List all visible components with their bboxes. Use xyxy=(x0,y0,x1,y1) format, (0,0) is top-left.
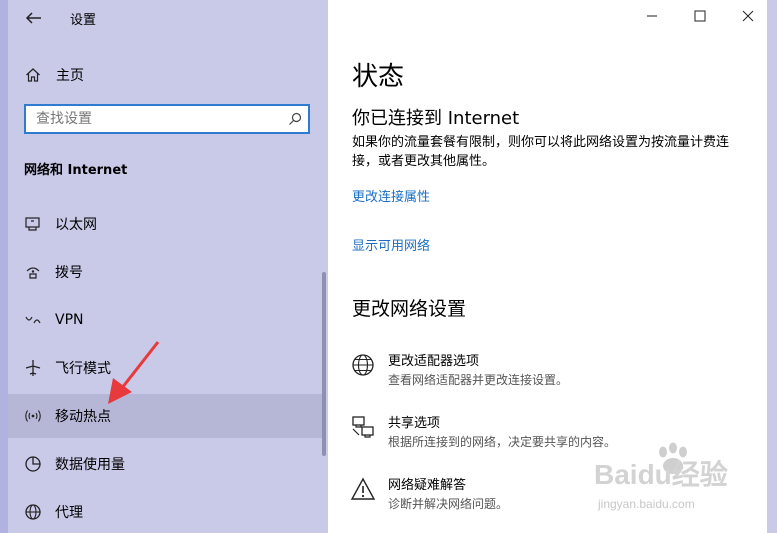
option-title: 更改适配器选项 xyxy=(388,354,480,369)
sidebar-item-proxy[interactable]: 代理 xyxy=(8,490,326,534)
close-icon xyxy=(742,10,754,22)
section-title: 网络和 Internet xyxy=(24,163,128,178)
search-icon[interactable] xyxy=(288,112,302,126)
sidebar-scrollbar[interactable] xyxy=(322,272,326,456)
watermark-url: jingyan.baidu.com xyxy=(597,497,695,511)
sidebar-item-hotspot[interactable]: 移动热点 xyxy=(8,394,326,438)
home-label: 主页 xyxy=(56,68,84,84)
data-usage-icon xyxy=(24,455,42,473)
app-title: 设置 xyxy=(70,13,97,28)
page-title: 状态 xyxy=(352,62,405,92)
back-button[interactable] xyxy=(24,8,44,28)
sidebar-item-label: 以太网 xyxy=(55,217,97,233)
sidebar-item-dialup[interactable]: 拨号 xyxy=(8,250,326,294)
sidebar-item-label: 代理 xyxy=(55,505,83,521)
option-title: 共享选项 xyxy=(388,416,441,431)
back-arrow-icon xyxy=(25,12,41,24)
option-description: 诊断并解决网络问题。 xyxy=(388,497,509,511)
sidebar-item-airplane[interactable]: 飞行模式 xyxy=(8,346,326,390)
option-description: 根据所连接到的网络，决定要共享的内容。 xyxy=(388,435,617,449)
home-icon xyxy=(24,66,42,84)
sharing-icon xyxy=(352,416,374,438)
hotspot-icon xyxy=(24,407,42,425)
sidebar: 设置 主页 网络和 Internet xyxy=(0,0,328,533)
option-title: 网络疑难解答 xyxy=(388,478,467,493)
baidu-logo: Baidu经验 jingyan.baidu.com xyxy=(594,442,728,511)
sidebar-item-label: 拨号 xyxy=(55,265,83,281)
home-nav-item[interactable]: 主页 xyxy=(24,64,84,86)
dialup-icon xyxy=(24,263,42,281)
caption-buttons xyxy=(628,0,772,32)
minimize-button[interactable] xyxy=(628,0,676,32)
proxy-icon xyxy=(24,503,42,521)
airplane-icon xyxy=(24,359,42,377)
search-input[interactable] xyxy=(26,106,276,132)
sidebar-item-label: 数据使用量 xyxy=(55,457,125,473)
search-box xyxy=(24,104,310,134)
warning-icon xyxy=(350,477,376,500)
change-network-settings-heading: 更改网络设置 xyxy=(352,298,467,320)
maximize-icon xyxy=(694,10,706,22)
maximize-button[interactable] xyxy=(676,0,724,32)
window-right-edge xyxy=(767,0,777,533)
sidebar-item-ethernet[interactable]: 以太网 xyxy=(8,202,326,246)
sidebar-item-data-usage[interactable]: 数据使用量 xyxy=(8,442,326,486)
window-left-edge xyxy=(0,0,8,533)
change-adapter-options[interactable]: 更改适配器选项 查看网络适配器并更改连接设置。 xyxy=(350,350,750,392)
sidebar-item-label: 移动热点 xyxy=(55,409,111,425)
change-connection-properties-link[interactable]: 更改连接属性 xyxy=(352,186,430,205)
option-description: 查看网络适配器并更改连接设置。 xyxy=(388,373,569,387)
connection-status-heading: 你已连接到 Internet xyxy=(352,108,520,129)
show-available-networks-link[interactable]: 显示可用网络 xyxy=(352,235,430,254)
watermark-brand: Baidu经验 xyxy=(594,458,728,490)
close-button[interactable] xyxy=(724,0,772,32)
sidebar-item-label: VPN xyxy=(55,312,84,328)
settings-window: 设置 主页 网络和 Internet xyxy=(0,0,777,533)
ethernet-icon xyxy=(24,215,42,233)
vpn-icon xyxy=(24,311,42,329)
minimize-icon xyxy=(647,15,657,17)
connection-description: 如果你的流量套餐有限制，则你可以将此网络设置为按流量计费连接，或者更改其他属性。 xyxy=(352,135,730,169)
watermark: Baidu经验 jingyan.baidu.com xyxy=(592,440,752,520)
adapter-icon xyxy=(352,354,374,376)
sidebar-item-label: 飞行模式 xyxy=(55,361,111,377)
sidebar-item-vpn[interactable]: VPN xyxy=(8,298,326,342)
